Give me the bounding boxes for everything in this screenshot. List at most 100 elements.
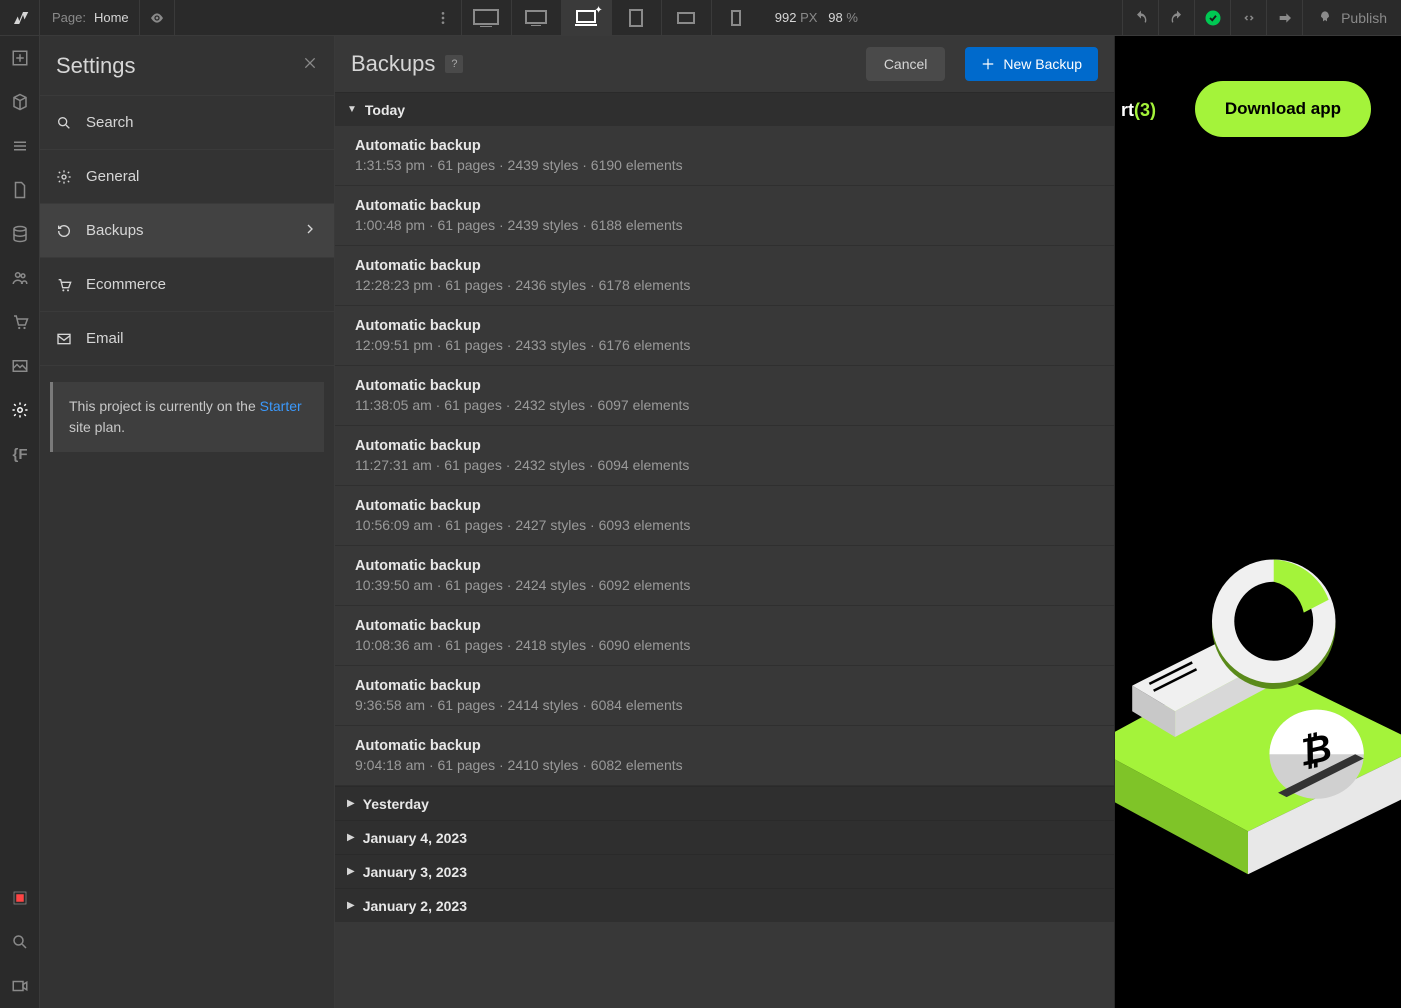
backup-row[interactable]: Automatic backup12:28:23 pm · 61 pages ·… (335, 246, 1114, 306)
mail-icon (56, 331, 72, 347)
more-menu[interactable] (425, 0, 461, 36)
group-label: January 4, 2023 (363, 830, 467, 846)
canvas-heading-fragment: rt(3) (1121, 100, 1156, 121)
redo-button[interactable] (1158, 0, 1194, 36)
chevron-right-icon: ▶ (347, 832, 355, 843)
rail-users[interactable] (0, 256, 40, 300)
chevron-right-icon: ▶ (347, 798, 355, 809)
backup-row[interactable]: Automatic backup10:08:36 am · 61 pages ·… (335, 606, 1114, 666)
backup-row[interactable]: Automatic backup 9:04:18 am · 61 pages · … (335, 726, 1114, 786)
canvas-size-readout[interactable]: 992 PX 98 % (761, 10, 872, 25)
backups-panel: Backups ? Cancel New Backup ▼ Today Auto… (335, 36, 1115, 1008)
status-indicator[interactable] (1194, 0, 1230, 36)
new-backup-label: New Backup (1003, 56, 1082, 72)
undo-button[interactable] (1122, 0, 1158, 36)
cancel-button[interactable]: Cancel (866, 47, 946, 81)
backup-row[interactable]: Automatic backup11:27:31 am · 61 pages ·… (335, 426, 1114, 486)
page-label: Page: (40, 10, 94, 25)
backup-meta: 9:04:18 am · 61 pages · 2410 styles · 60… (355, 757, 1094, 773)
backup-row[interactable]: Automatic backup1:31:53 pm · 61 pages · … (335, 126, 1114, 186)
group-jan3[interactable]: ▶ January 3, 2023 (335, 854, 1114, 888)
breakpoint-mobile-landscape[interactable] (661, 0, 711, 36)
braces-f-icon: {F (13, 446, 28, 463)
new-backup-button[interactable]: New Backup (965, 47, 1098, 81)
settings-item-general[interactable]: General (40, 150, 334, 204)
backup-title: Automatic backup (355, 738, 1094, 754)
backup-row[interactable]: Automatic backup11:38:05 am · 61 pages ·… (335, 366, 1114, 426)
settings-item-email[interactable]: Email (40, 312, 334, 366)
backup-row[interactable]: Automatic backup 10:39:50 am · 61 pages ·… (335, 546, 1114, 606)
gear-icon (11, 401, 29, 419)
group-yesterday[interactable]: ▶ Yesterday (335, 786, 1114, 820)
breakpoint-base[interactable]: ✦ (561, 0, 611, 36)
backups-header: Backups ? Cancel New Backup (335, 36, 1114, 92)
publish-button[interactable]: Publish (1302, 0, 1401, 36)
group-jan4[interactable]: ▶ January 4, 2023 (335, 820, 1114, 854)
cart-icon (56, 277, 72, 293)
search-icon (56, 115, 72, 131)
rail-audit[interactable] (0, 876, 40, 920)
design-canvas[interactable]: rt(3) Download app (1115, 36, 1401, 1008)
backup-title: Automatic backup (355, 678, 1094, 694)
rail-tutorial[interactable] (0, 964, 40, 1008)
rail-assets[interactable] (0, 344, 40, 388)
breakpoint-mobile[interactable] (711, 0, 761, 36)
webflow-logo[interactable] (0, 0, 40, 36)
settings-header: Settings (40, 36, 334, 96)
share-icon (1277, 10, 1293, 26)
plan-link[interactable]: Starter (260, 398, 302, 414)
settings-item-search[interactable]: Search (40, 96, 334, 150)
settings-item-backups[interactable]: Backups (40, 204, 334, 258)
page-name[interactable]: Home (94, 10, 139, 25)
share-button[interactable] (1266, 0, 1302, 36)
backup-row[interactable]: Automatic backup10:56:09 am · 61 pages ·… (335, 486, 1114, 546)
rail-add[interactable] (0, 36, 40, 80)
rail-components[interactable] (0, 80, 40, 124)
download-app-button[interactable]: Download app (1195, 81, 1371, 137)
preview-toggle[interactable] (139, 0, 175, 36)
breakpoint-lg[interactable] (511, 0, 561, 36)
backup-row[interactable]: Automatic backup1:00:48 pm · 61 pages · … (335, 186, 1114, 246)
backup-title: Automatic backup (355, 318, 1094, 334)
settings-label: Backups (86, 222, 144, 239)
topbar: Page: Home ✦ 992 PX (0, 0, 1401, 36)
check-circle-icon (1204, 9, 1222, 27)
eye-icon (149, 10, 165, 26)
close-settings[interactable] (302, 54, 318, 77)
backup-meta: 11:27:31 am · 61 pages · 2432 styles · 6… (355, 457, 1094, 473)
database-icon (11, 225, 29, 243)
rail-settings[interactable] (0, 388, 40, 432)
zoom-value: 98 (828, 10, 842, 25)
rail-fonts[interactable]: {F (0, 432, 40, 476)
chevron-down-icon: ▼ (347, 104, 357, 115)
group-jan2[interactable]: ▶ January 2, 2023 (335, 888, 1114, 922)
topbar-right: Publish (1122, 0, 1401, 35)
backup-meta: 9:36:58 am · 61 pages · 2414 styles · 60… (355, 697, 1094, 713)
help-button[interactable]: ? (445, 55, 463, 73)
breakpoint-xl[interactable] (461, 0, 511, 36)
settings-label: Email (86, 330, 124, 347)
code-export-button[interactable] (1230, 0, 1266, 36)
group-label: Today (365, 102, 405, 118)
group-label: January 2, 2023 (363, 898, 467, 914)
rail-pages[interactable] (0, 168, 40, 212)
settings-item-ecommerce[interactable]: Ecommerce (40, 258, 334, 312)
desktop-xl-icon (473, 9, 499, 27)
settings-label: Ecommerce (86, 276, 166, 293)
cart-icon (11, 313, 29, 331)
rail-cms[interactable] (0, 212, 40, 256)
group-today[interactable]: ▼ Today (335, 92, 1114, 126)
breakpoint-tablet[interactable] (611, 0, 661, 36)
backup-row[interactable]: Automatic backup 9:36:58 am · 61 pages · … (335, 666, 1114, 726)
rail-navigator[interactable] (0, 124, 40, 168)
backup-meta: 10:39:50 am · 61 pages · 2424 styles · 6… (355, 577, 1094, 593)
rail-ecommerce[interactable] (0, 300, 40, 344)
rail-search[interactable] (0, 920, 40, 964)
zoom-unit: % (846, 10, 858, 25)
mobile-icon (731, 10, 741, 26)
backup-title: Automatic backup (355, 618, 1094, 634)
backup-title: Automatic backup (355, 558, 1094, 574)
video-icon (11, 977, 29, 995)
backup-row[interactable]: Automatic backup12:09:51 pm · 61 pages ·… (335, 306, 1114, 366)
tablet-icon (629, 9, 643, 27)
